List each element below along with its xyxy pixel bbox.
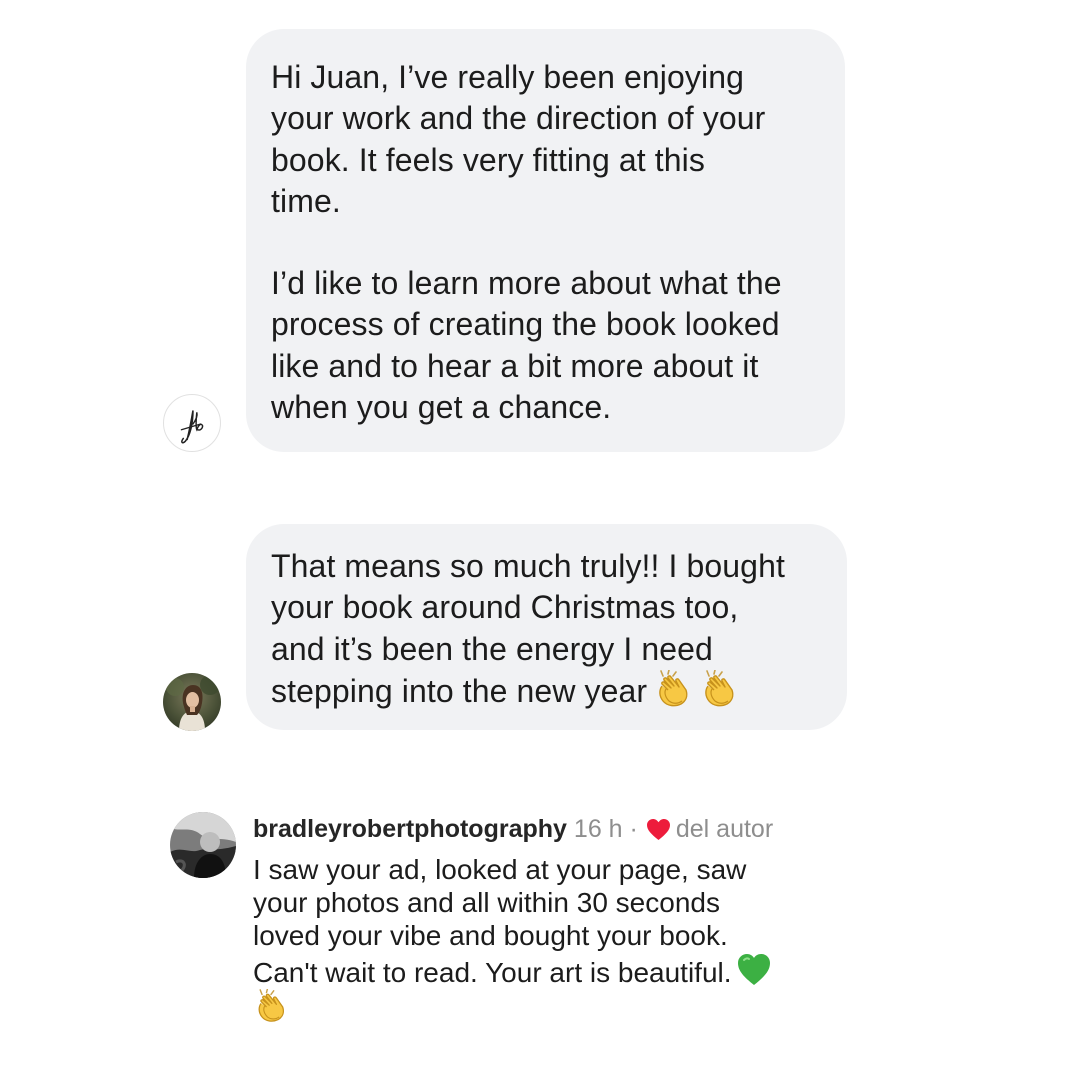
- comment: bradleyrobertphotography 16 h · del auto…: [253, 812, 853, 1026]
- comment-username[interactable]: bradleyrobertphotography: [253, 812, 567, 846]
- message-line: That means so much truly!! I bought: [271, 548, 785, 584]
- comment-line: Can't wait to read. Your art is beautifu…: [253, 952, 853, 989]
- message-paragraph: I’d like to learn more about what the pr…: [271, 263, 821, 428]
- signature-avatar[interactable]: [163, 394, 221, 452]
- comment-line: loved your vibe and bought your book.: [253, 920, 728, 951]
- message-line: stepping into the new year: [271, 669, 823, 712]
- commenter-avatar[interactable]: [170, 812, 236, 878]
- message-paragraph: That means so much truly!! I bought your…: [271, 546, 823, 712]
- liked-by-author: del autor: [675, 815, 774, 843]
- green-heart-icon: [736, 952, 772, 988]
- message-paragraph: Hi Juan, I’ve really been enjoying your …: [271, 57, 821, 222]
- message-line: like and to hear a bit more about it: [271, 347, 759, 384]
- message-line: Hi Juan, I’ve really been enjoying: [271, 59, 745, 95]
- clapping-hands-icon: [653, 669, 693, 710]
- comment-time: 16 h ·: [573, 815, 638, 843]
- comment-text: I saw your ad, looked at your page, saw …: [253, 853, 853, 1026]
- comment-line: your photos and all within 30 seconds: [253, 887, 720, 918]
- heart-icon[interactable]: [646, 818, 671, 841]
- comment-header: bradleyrobertphotography 16 h · del auto…: [253, 812, 853, 846]
- message-bubble: That means so much truly!! I bought your…: [246, 524, 847, 730]
- message-line: I’d like to learn more about what the: [271, 265, 782, 302]
- clapping-hands-icon: [699, 669, 739, 710]
- comment-line: I saw your ad, looked at your page, saw: [253, 854, 747, 885]
- profile-photo-icon: [170, 812, 236, 878]
- message-line: and it’s been the energy I need: [271, 630, 713, 667]
- clapping-hands-icon: [253, 989, 289, 1025]
- comment-line: [253, 989, 853, 1026]
- signature-logo-icon: [180, 410, 204, 444]
- message-line: book. It feels very fitting at this: [271, 141, 705, 178]
- message-line: time.: [271, 182, 341, 219]
- message-bubble: Hi Juan, I’ve really been enjoying your …: [246, 29, 845, 452]
- message-line: your work and the direction of your: [271, 100, 766, 137]
- message-line: process of creating the book looked: [271, 306, 780, 343]
- profile-photo-icon: [163, 673, 221, 731]
- message-line: your book around Christmas too,: [271, 589, 739, 626]
- user-avatar[interactable]: [163, 673, 221, 731]
- message-line: when you get a chance.: [271, 389, 612, 426]
